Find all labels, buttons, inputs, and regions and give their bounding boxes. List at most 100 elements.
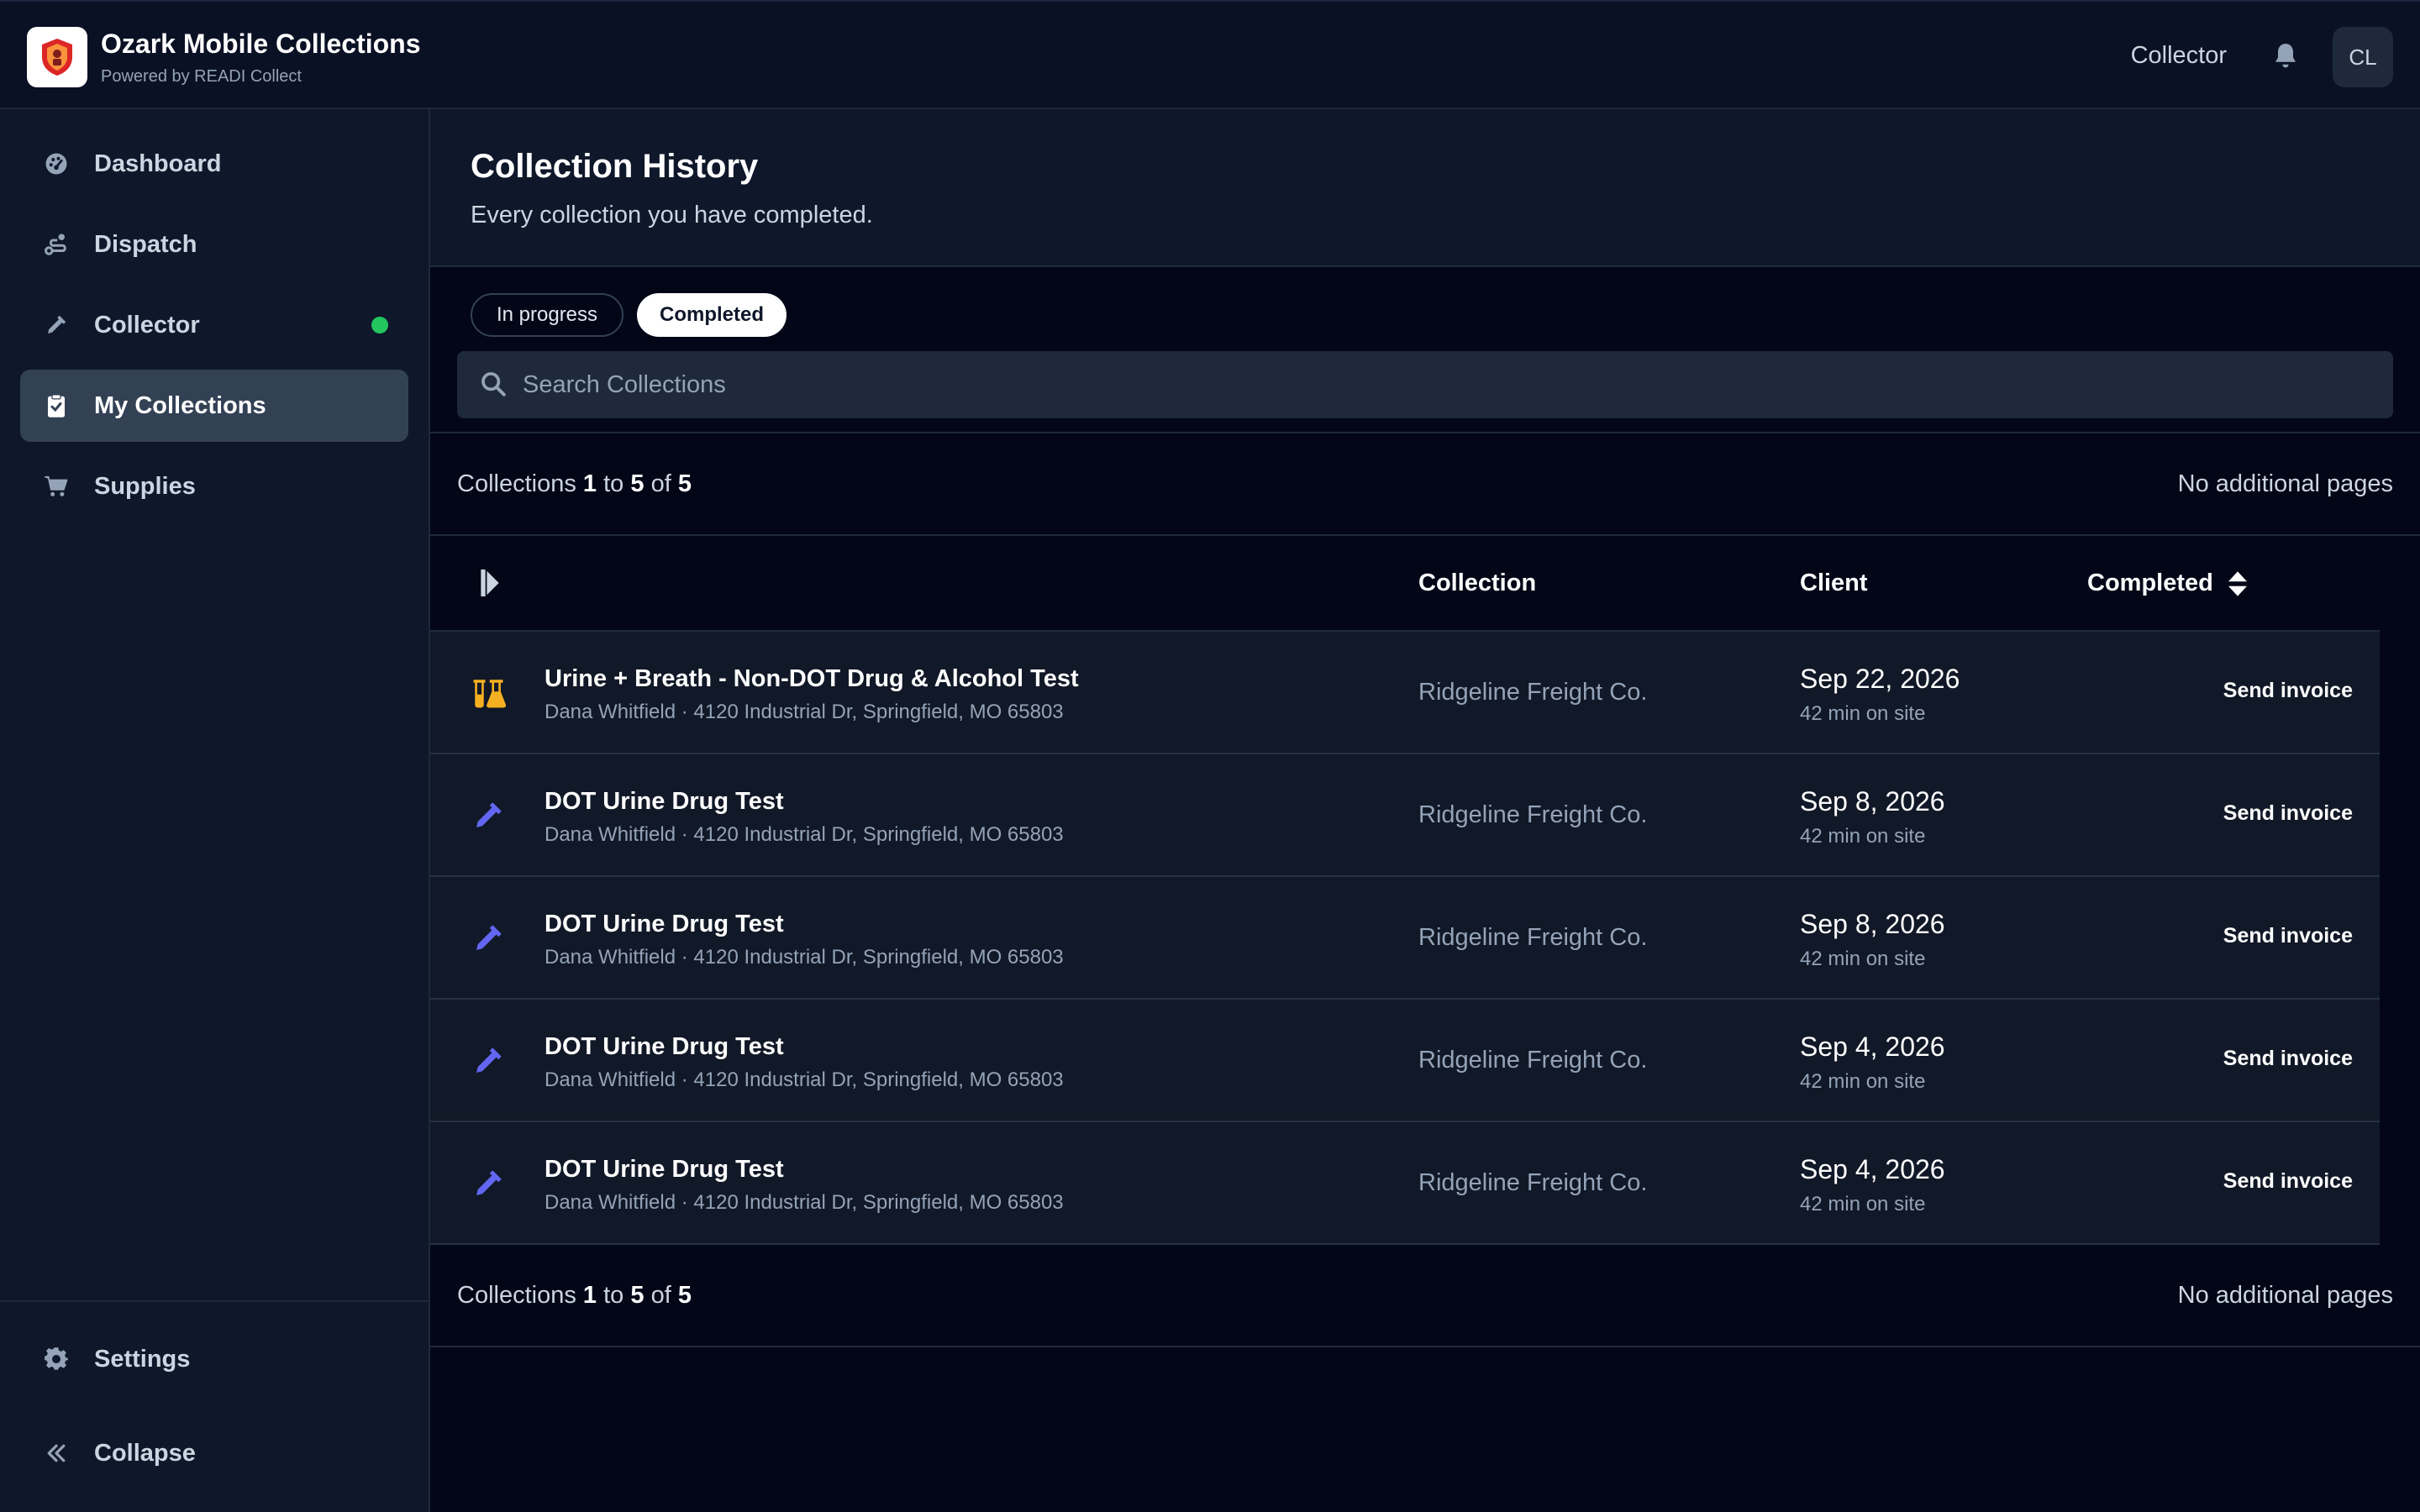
sidebar-item-dispatch[interactable]: Dispatch <box>20 208 408 281</box>
completed-date: Sep 22, 2026 <box>1800 664 1960 694</box>
sidebar-item-supplies[interactable]: Supplies <box>20 450 408 522</box>
collection-title: DOT Urine Drug Test <box>544 1156 784 1183</box>
client-name: Ridgeline Freight Co. <box>1418 1169 1648 1196</box>
filter-in-progress[interactable]: In progress <box>471 293 623 337</box>
pagination-prefix: Collections <box>457 1282 576 1309</box>
pagination-of-word: of <box>650 470 671 497</box>
gauge-icon <box>42 150 71 178</box>
online-status-dot <box>371 317 388 333</box>
collection-title: Urine + Breath - Non-DOT Drug & Alcohol … <box>544 665 1079 692</box>
pagination-of-word: of <box>650 1282 671 1309</box>
time-on-site: 42 min on site <box>1800 1070 1926 1093</box>
page-title: Collection History <box>471 148 759 185</box>
pagination-note: No additional pages <box>2177 470 2393 497</box>
send-invoice-button[interactable]: Send invoice <box>2223 1169 2353 1194</box>
column-header-client[interactable]: Client <box>1800 570 1868 597</box>
table-row[interactable]: DOT Urine Drug Test Dana Whitfield · 412… <box>430 754 2380 877</box>
time-on-site: 42 min on site <box>1800 1193 1926 1215</box>
divider <box>430 1346 2420 1347</box>
pagination-prefix: Collections <box>457 470 576 497</box>
app-logo[interactable] <box>27 27 87 87</box>
sidebar-item-collector[interactable]: Collector <box>20 289 408 361</box>
sidebar-item-label: Dispatch <box>94 230 197 258</box>
sidebar-item-settings[interactable]: Settings <box>20 1323 408 1395</box>
sidebar-item-label: Collapse <box>94 1439 196 1467</box>
sort-icon[interactable] <box>2228 571 2247 596</box>
send-invoice-button[interactable]: Send invoice <box>2223 679 2353 703</box>
filter-completed[interactable]: Completed <box>637 293 786 337</box>
collection-detail: Dana Whitfield · 4120 Industrial Dr, Spr… <box>544 1068 1064 1091</box>
collection-title: DOT Urine Drug Test <box>544 911 784 937</box>
time-on-site: 42 min on site <box>1800 702 1926 725</box>
pagination-total: 5 <box>677 1282 692 1309</box>
send-invoice-button[interactable]: Send invoice <box>2223 924 2353 948</box>
dropper-icon <box>476 1047 502 1073</box>
top-bar: Ozark Mobile Collections Powered by READ… <box>0 0 2420 109</box>
divider <box>430 432 2420 433</box>
sidebar-item-label: Supplies <box>94 472 196 500</box>
sidebar-item-label: My Collections <box>94 391 266 419</box>
table-row[interactable]: DOT Urine Drug Test Dana Whitfield · 412… <box>430 1122 2380 1245</box>
cart-icon <box>42 472 71 501</box>
completed-date: Sep 4, 2026 <box>1800 1154 1945 1184</box>
user-avatar[interactable]: CL <box>2333 27 2393 87</box>
pagination-summary-bottom: Collections 1 to 5 of 5 No additional pa… <box>457 1282 2393 1310</box>
search-icon <box>481 372 506 396</box>
pagination-to: 5 <box>630 470 644 497</box>
shield-logo-icon <box>42 39 72 76</box>
dropper-icon <box>476 925 502 950</box>
bell-icon[interactable] <box>2270 40 2301 72</box>
collection-detail: Dana Whitfield · 4120 Industrial Dr, Spr… <box>544 823 1064 846</box>
collection-title: DOT Urine Drug Test <box>544 788 784 815</box>
sidebar-divider <box>0 1300 429 1302</box>
client-name: Ridgeline Freight Co. <box>1418 924 1648 951</box>
sidebar-item-label: Dashboard <box>94 150 222 177</box>
pagination-note: No additional pages <box>2177 1282 2393 1309</box>
sidebar-item-label: Settings <box>94 1345 191 1373</box>
gear-icon <box>42 1345 71 1373</box>
chevrons-left-icon <box>42 1439 71 1467</box>
clipboard-check-icon <box>42 391 71 420</box>
table-row[interactable]: Urine + Breath - Non-DOT Drug & Alcohol … <box>430 632 2380 754</box>
flask-icon <box>473 680 506 708</box>
completed-date: Sep 8, 2026 <box>1800 786 1945 816</box>
client-name: Ridgeline Freight Co. <box>1418 801 1648 828</box>
sidebar: Dashboard Dispatch Collector My Collecti… <box>0 109 430 1512</box>
sidebar-collapse-button[interactable]: Collapse <box>20 1417 408 1489</box>
dropper-icon <box>476 1170 502 1195</box>
time-on-site: 42 min on site <box>1800 948 1926 970</box>
collection-detail: Dana Whitfield · 4120 Industrial Dr, Spr… <box>544 946 1064 969</box>
app-title: Ozark Mobile Collections <box>101 29 421 59</box>
pagination-to-word: to <box>603 1282 624 1309</box>
search-input[interactable] <box>523 351 2371 418</box>
app-subtitle: Powered by READI Collect <box>101 67 302 86</box>
dropper-icon <box>42 311 71 339</box>
pagination-from: 1 <box>582 470 597 497</box>
dropper-icon <box>476 802 502 827</box>
sidebar-item-dashboard[interactable]: Dashboard <box>20 128 408 200</box>
column-header-completed[interactable]: Completed <box>2087 570 2213 597</box>
column-header-collection[interactable]: Collection <box>1418 570 1536 597</box>
pagination-to-word: to <box>603 470 624 497</box>
collection-title: DOT Urine Drug Test <box>544 1033 784 1060</box>
collection-detail: Dana Whitfield · 4120 Industrial Dr, Spr… <box>544 701 1064 723</box>
page-subtitle: Every collection you have completed. <box>471 202 873 228</box>
pagination-summary-top: Collections 1 to 5 of 5 No additional pa… <box>457 470 2393 498</box>
sidebar-item-my-collections[interactable]: My Collections <box>20 370 408 442</box>
pagination-total: 5 <box>677 470 692 497</box>
send-invoice-button[interactable]: Send invoice <box>2223 1047 2353 1071</box>
sidebar-item-label: Collector <box>94 311 200 339</box>
send-invoice-button[interactable]: Send invoice <box>2223 801 2353 826</box>
completed-date: Sep 8, 2026 <box>1800 909 1945 939</box>
pagination-to: 5 <box>630 1282 644 1309</box>
time-on-site: 42 min on site <box>1800 825 1926 848</box>
role-label[interactable]: Collector <box>2131 42 2227 70</box>
completed-date: Sep 4, 2026 <box>1800 1032 1945 1062</box>
page-header: Collection History Every collection you … <box>430 109 2420 267</box>
collection-detail: Dana Whitfield · 4120 Industrial Dr, Spr… <box>544 1191 1064 1214</box>
table-header: Collection Client Completed <box>430 536 2420 630</box>
expand-all-icon[interactable] <box>481 570 499 596</box>
table-row[interactable]: DOT Urine Drug Test Dana Whitfield · 412… <box>430 877 2380 1000</box>
table-row[interactable]: DOT Urine Drug Test Dana Whitfield · 412… <box>430 1000 2380 1122</box>
search-bar <box>457 351 2393 418</box>
